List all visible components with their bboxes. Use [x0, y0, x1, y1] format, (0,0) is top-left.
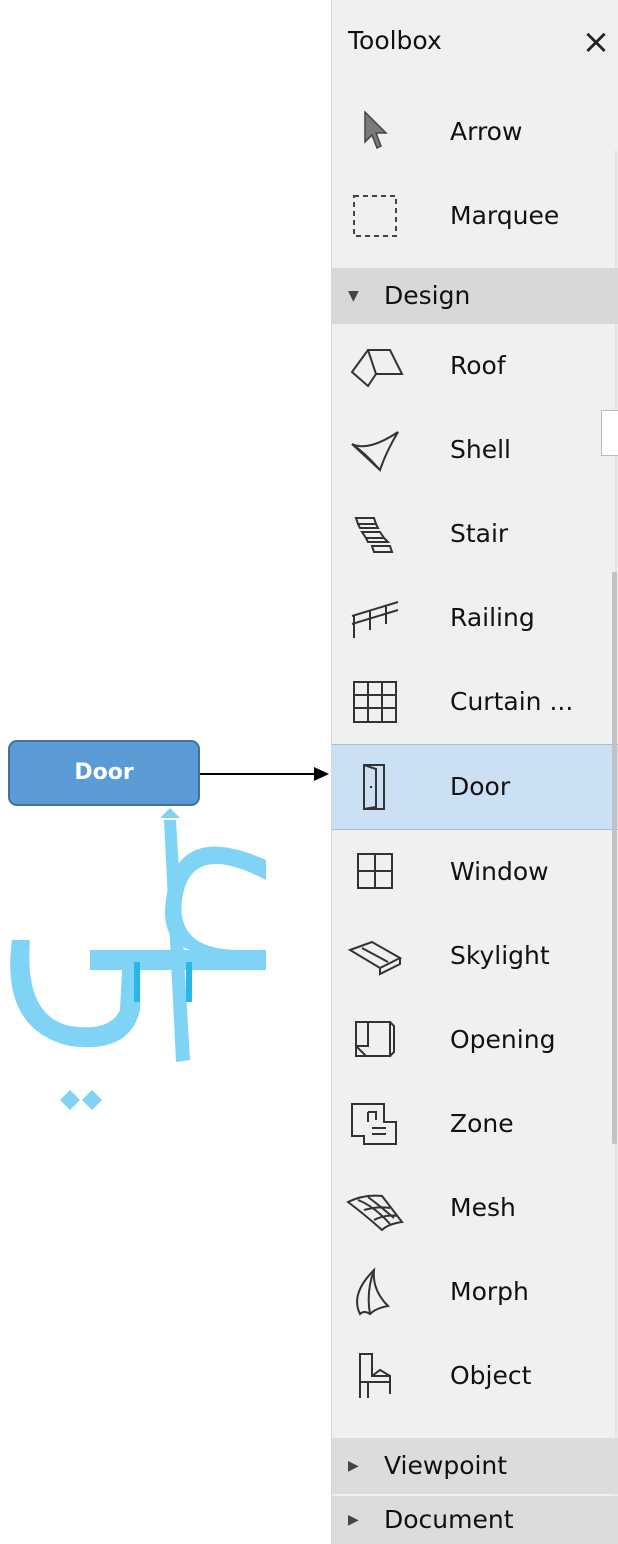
group-label: Document	[384, 1505, 514, 1534]
collapsed-triangle-icon: ▶	[348, 1458, 359, 1474]
tool-label: Door	[450, 772, 511, 801]
toolbox-header: Toolbox ×	[332, 0, 618, 84]
roof-icon	[346, 338, 404, 394]
tool-label: Roof	[450, 351, 506, 380]
group-label: Viewpoint	[384, 1451, 508, 1480]
tool-label: Curtain ...	[450, 687, 574, 716]
mesh-icon	[346, 1180, 404, 1236]
arrow-pointer-icon	[346, 104, 404, 160]
watermark-logo	[0, 800, 290, 1140]
tool-marquee[interactable]: Marquee	[332, 174, 618, 258]
scrollbar-thumb[interactable]	[612, 572, 617, 1144]
tool-mesh[interactable]: Mesh	[332, 1166, 618, 1250]
curtain-wall-icon	[346, 674, 404, 730]
tool-shell[interactable]: Shell	[332, 408, 618, 492]
tool-skylight[interactable]: Skylight	[332, 914, 618, 998]
tool-stair[interactable]: Stair	[332, 492, 618, 576]
zone-icon	[346, 1096, 404, 1152]
toolbox-title: Toolbox	[348, 26, 442, 55]
tool-label: Morph	[450, 1277, 529, 1306]
stair-icon	[346, 506, 404, 562]
callout-arrow-line	[200, 773, 317, 775]
tool-label: Marquee	[450, 201, 560, 230]
marquee-icon	[346, 188, 404, 244]
tool-roof[interactable]: Roof	[332, 324, 618, 408]
tool-label: Arrow	[450, 117, 523, 146]
tool-door[interactable]: Door	[332, 744, 618, 830]
opening-icon	[346, 1012, 404, 1068]
tool-curtain-wall[interactable]: Curtain ...	[332, 660, 618, 744]
tool-label: Zone	[450, 1109, 514, 1138]
arrowhead-icon	[314, 767, 329, 781]
toolbox-panel: Toolbox × Arrow Marquee ▼ Design Roof Sh…	[331, 0, 618, 1544]
tool-label: Skylight	[450, 941, 550, 970]
skylight-icon	[346, 928, 404, 984]
panel-side-tab[interactable]	[601, 410, 618, 456]
tool-label: Opening	[450, 1025, 556, 1054]
door-icon	[346, 759, 404, 815]
tool-label: Stair	[450, 519, 509, 548]
door-callout-box: Door	[8, 740, 200, 806]
morph-icon	[346, 1264, 404, 1320]
railing-icon	[346, 590, 404, 646]
tool-label: Mesh	[450, 1193, 516, 1222]
tool-label: Object	[450, 1361, 532, 1390]
tool-arrow[interactable]: Arrow	[332, 90, 618, 174]
tool-label: Window	[450, 857, 549, 886]
group-header-document[interactable]: ▶ Document	[332, 1496, 618, 1544]
tool-label: Shell	[450, 435, 511, 464]
group-label: Design	[384, 281, 471, 310]
window-icon	[346, 844, 404, 900]
tool-zone[interactable]: Zone	[332, 1082, 618, 1166]
tool-railing[interactable]: Railing	[332, 576, 618, 660]
collapsed-triangle-icon: ▶	[348, 1512, 359, 1528]
group-header-design[interactable]: ▼ Design	[332, 268, 618, 324]
tool-window[interactable]: Window	[332, 830, 618, 914]
tool-label: Railing	[450, 603, 535, 632]
tool-opening[interactable]: Opening	[332, 998, 618, 1082]
close-icon[interactable]: ×	[580, 22, 612, 62]
tool-morph[interactable]: Morph	[332, 1250, 618, 1334]
tool-object[interactable]: Object	[332, 1334, 618, 1418]
group-header-viewpoint[interactable]: ▶ Viewpoint	[332, 1438, 618, 1494]
shell-icon	[346, 422, 404, 478]
object-chair-icon	[346, 1348, 404, 1404]
expanded-triangle-icon: ▼	[348, 288, 359, 304]
